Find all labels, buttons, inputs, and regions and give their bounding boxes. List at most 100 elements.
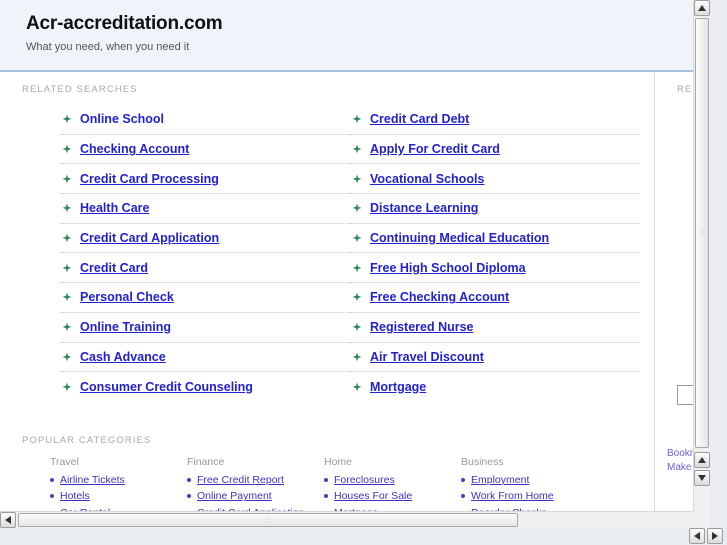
vertical-scrollbar-thumb[interactable]: ∷ ∷ (695, 18, 709, 448)
horizontal-scrollbar[interactable]: ∷ ∷ (0, 511, 710, 528)
related-search-item[interactable]: Distance Learning (350, 194, 640, 224)
dot-bullet-icon (187, 494, 191, 499)
related-search-item[interactable]: Health Care (60, 194, 350, 224)
popular-categories-caption: POPULAR CATEGORIES (22, 434, 152, 446)
scrollbar-corner (693, 511, 710, 528)
star-bullet-icon (350, 261, 364, 275)
category-list-item[interactable]: Online Payment (187, 490, 324, 502)
scrollbar-grip-icon: ∷ ∷ (265, 515, 271, 525)
category-list-item[interactable]: Free Credit Report (187, 474, 324, 486)
related-search-link[interactable]: Free Checking Account (370, 290, 509, 304)
outer-right-gutter (710, 0, 727, 545)
related-search-link[interactable]: Credit Card Application (80, 231, 219, 245)
related-search-link[interactable]: Online Training (80, 320, 171, 334)
related-search-item[interactable]: Mortgage (350, 372, 640, 401)
category-link[interactable]: Airline Tickets (60, 474, 125, 486)
related-search-item[interactable]: Free Checking Account (350, 283, 640, 313)
category-link[interactable]: Employment (471, 474, 529, 486)
related-search-item[interactable]: Credit Card Processing (60, 164, 350, 195)
star-bullet-icon (350, 380, 364, 394)
main-column: RELATED SEARCHES Online School Checking … (0, 72, 655, 528)
scroll-up-button-secondary[interactable] (694, 452, 710, 468)
category-heading: Finance (187, 455, 225, 468)
outer-scroll-right-button[interactable] (707, 528, 723, 544)
category-list-item[interactable]: Work From Home (461, 490, 598, 502)
star-bullet-icon (60, 172, 74, 186)
related-search-link[interactable]: Cash Advance (80, 350, 166, 364)
related-search-item[interactable]: Free High School Diploma (350, 253, 640, 284)
category-list-item[interactable]: Airline Tickets (50, 474, 187, 486)
related-search-link[interactable]: Mortgage (370, 380, 426, 394)
category-link[interactable]: Work From Home (471, 490, 554, 502)
category-link[interactable]: Online Payment (197, 490, 272, 502)
related-search-link[interactable]: Continuing Medical Education (370, 231, 549, 245)
dot-bullet-icon (324, 477, 328, 482)
related-search-item[interactable]: Consumer Credit Counseling (60, 372, 350, 401)
star-bullet-icon (350, 172, 364, 186)
related-search-item[interactable]: Online Training (60, 313, 350, 343)
dot-bullet-icon (461, 494, 465, 499)
dot-bullet-icon (324, 494, 328, 499)
related-search-item[interactable]: Vocational Schools (350, 164, 640, 195)
related-searches-caption: RELATED SEARCHES (22, 84, 138, 95)
related-search-link[interactable]: Credit Card (80, 261, 148, 275)
star-bullet-icon (60, 320, 74, 334)
category-list-item[interactable]: Employment (461, 474, 598, 486)
related-search-item[interactable]: Checking Account (60, 135, 350, 165)
star-bullet-icon (60, 350, 74, 364)
category-link[interactable]: Foreclosures (334, 474, 395, 486)
category-list-item[interactable]: Hotels (50, 490, 187, 502)
related-search-item[interactable]: Credit Card Application (60, 224, 350, 254)
dot-bullet-icon (461, 477, 465, 482)
scroll-down-button[interactable] (694, 470, 710, 486)
site-title: Acr-accreditation.com (26, 13, 223, 34)
site-header: Acr-accreditation.com What you need, whe… (0, 0, 710, 72)
star-bullet-icon (350, 112, 364, 126)
related-search-item[interactable]: Cash Advance (60, 343, 350, 373)
star-bullet-icon (350, 290, 364, 304)
related-search-item[interactable]: Apply For Credit Card (350, 135, 640, 165)
related-search-link[interactable]: Air Travel Discount (370, 350, 484, 364)
related-search-link[interactable]: Online School (80, 112, 164, 126)
related-search-link[interactable]: Registered Nurse (370, 320, 474, 334)
related-search-item[interactable]: Air Travel Discount (350, 343, 640, 373)
related-search-link[interactable]: Health Care (80, 201, 149, 215)
category-heading: Home (324, 455, 353, 468)
category-heading: Travel (50, 455, 79, 468)
related-search-link[interactable]: Consumer Credit Counseling (80, 380, 253, 394)
dot-bullet-icon (50, 494, 54, 499)
popular-categories-section: POPULAR CATEGORIES Travel Airline Ticket… (0, 401, 654, 524)
related-search-link[interactable]: Credit Card Debt (370, 112, 469, 126)
related-search-link[interactable]: Checking Account (80, 142, 189, 156)
category-list-item[interactable]: Houses For Sale (324, 490, 461, 502)
related-search-link[interactable]: Free High School Diploma (370, 261, 526, 275)
related-search-item[interactable]: Credit Card (60, 253, 350, 284)
related-search-link[interactable]: Personal Check (80, 290, 174, 304)
category-link[interactable]: Houses For Sale (334, 490, 412, 502)
category-heading: Business (461, 455, 504, 468)
related-search-item[interactable]: Credit Card Debt (350, 105, 640, 135)
related-search-item[interactable]: Online School (60, 105, 350, 135)
scroll-left-button[interactable] (0, 512, 16, 528)
category-link[interactable]: Free Credit Report (197, 474, 284, 486)
browser-viewport: Acr-accreditation.com What you need, whe… (0, 0, 727, 545)
vertical-scrollbar[interactable]: ∷ ∷ (693, 0, 710, 528)
related-search-item[interactable]: Continuing Medical Education (350, 224, 640, 254)
scroll-up-button[interactable] (694, 0, 710, 16)
related-searches-right-column: Credit Card Debt Apply For Credit Card V… (350, 105, 640, 401)
star-bullet-icon (350, 142, 364, 156)
related-search-link[interactable]: Distance Learning (370, 201, 478, 215)
related-search-link[interactable]: Credit Card Processing (80, 172, 219, 186)
body-split: RELATED SEARCHES Online School Checking … (0, 72, 710, 528)
star-bullet-icon (60, 142, 74, 156)
related-search-item[interactable]: Personal Check (60, 283, 350, 313)
star-bullet-icon (350, 201, 364, 215)
related-search-link[interactable]: Apply For Credit Card (370, 142, 500, 156)
outer-scroll-left-button[interactable] (689, 528, 705, 544)
related-search-item[interactable]: Registered Nurse (350, 313, 640, 343)
related-search-link[interactable]: Vocational Schools (370, 172, 484, 186)
category-link[interactable]: Hotels (60, 490, 90, 502)
horizontal-scrollbar-thumb[interactable]: ∷ ∷ (18, 513, 518, 527)
scrollbar-grip-icon: ∷ ∷ (699, 228, 705, 238)
category-list-item[interactable]: Foreclosures (324, 474, 461, 486)
